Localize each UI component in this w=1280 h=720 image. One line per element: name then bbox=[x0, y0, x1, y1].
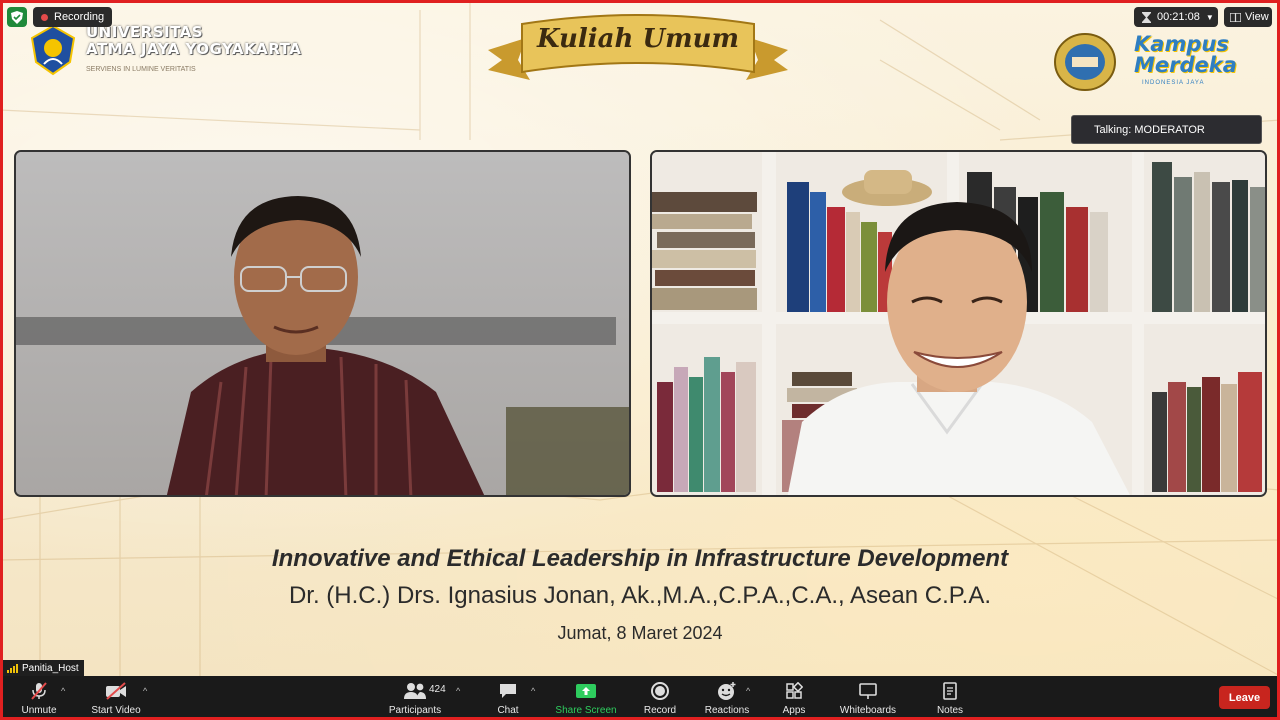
kampus-merdeka-logo: Kampus Merdeka bbox=[1134, 34, 1237, 76]
video-tile-moderator[interactable] bbox=[14, 150, 631, 497]
apps-label: Apps bbox=[782, 705, 806, 716]
timer-value: 00:21:08 bbox=[1157, 11, 1200, 23]
reactions-chevron-icon[interactable]: ^ bbox=[746, 686, 750, 696]
share-screen-button[interactable]: Share Screen bbox=[553, 676, 619, 720]
record-label: Record bbox=[643, 705, 677, 716]
hourglass-icon bbox=[1142, 11, 1151, 23]
grid-view-icon bbox=[1230, 12, 1241, 22]
lecture-title: Innovative and Ethical Leadership in Inf… bbox=[271, 545, 1009, 572]
apps-icon bbox=[785, 680, 803, 702]
leave-button[interactable]: Leave bbox=[1219, 686, 1270, 709]
meeting-timer[interactable]: 00:21:08 ▼ bbox=[1134, 7, 1218, 27]
participants-icon bbox=[403, 680, 427, 702]
university-tagline: SERVIENS IN LUMINE VERITATIS bbox=[86, 66, 196, 73]
self-view-label: Panitia_Host bbox=[2, 660, 84, 676]
chevron-down-icon: ▼ bbox=[1205, 12, 1214, 22]
recording-dot-icon bbox=[41, 13, 48, 21]
chat-button[interactable]: Chat bbox=[488, 676, 528, 720]
audio-options-chevron-icon[interactable]: ^ bbox=[61, 686, 65, 696]
video-tile-speaker[interactable] bbox=[650, 150, 1267, 497]
unmute-label: Unmute bbox=[21, 705, 57, 716]
kampus-sub: INDONESIA JAYA bbox=[1142, 80, 1205, 86]
seal-logo bbox=[1054, 33, 1116, 91]
whiteboard-icon bbox=[858, 680, 878, 702]
self-view-name: Panitia_Host bbox=[22, 662, 79, 674]
talking-indicator: Talking: MODERATOR bbox=[1071, 115, 1262, 144]
participant-count: 424 bbox=[429, 684, 446, 695]
share-screen-icon bbox=[575, 680, 597, 702]
security-shield-icon[interactable] bbox=[7, 7, 27, 27]
apps-button[interactable]: Apps bbox=[774, 676, 814, 720]
video-camera-off-icon bbox=[105, 680, 127, 702]
share-screen-label: Share Screen bbox=[555, 705, 617, 716]
participants-chevron-icon[interactable]: ^ bbox=[456, 686, 460, 696]
reactions-label: Reactions bbox=[704, 705, 750, 716]
moderator-video-feed bbox=[16, 152, 629, 495]
notes-label: Notes bbox=[936, 705, 964, 716]
speaker-video-feed bbox=[652, 152, 1265, 495]
start-video-label: Start Video bbox=[91, 705, 141, 716]
recording-indicator[interactable]: Recording bbox=[33, 7, 113, 27]
speaker-name: Dr. (H.C.) Drs. Ignasius Jonan, Ak.,M.A.… bbox=[288, 582, 992, 609]
smiley-plus-icon bbox=[716, 680, 738, 702]
record-icon bbox=[650, 680, 670, 702]
notes-icon bbox=[942, 680, 958, 702]
signal-strength-icon bbox=[7, 663, 18, 673]
meeting-toolbar: Unmute ^ Start Video ^ Participants 424 … bbox=[0, 676, 1280, 720]
recording-label: Recording bbox=[54, 11, 105, 23]
chat-bubble-icon bbox=[498, 680, 518, 702]
chat-label: Chat bbox=[497, 705, 519, 716]
chat-chevron-icon[interactable]: ^ bbox=[531, 686, 535, 696]
university-name: UNIVERSITAS ATMA JAYA YOGYAKARTA bbox=[86, 24, 301, 58]
whiteboards-button[interactable]: Whiteboards bbox=[836, 676, 900, 720]
microphone-muted-icon bbox=[29, 680, 49, 702]
event-banner-title: Kuliah Umum bbox=[536, 24, 740, 54]
participants-button[interactable]: Participants bbox=[385, 676, 445, 720]
reactions-button[interactable]: Reactions bbox=[702, 676, 752, 720]
record-button[interactable]: Record bbox=[640, 676, 680, 720]
kampus-line1: Kampus bbox=[1134, 32, 1229, 56]
view-button[interactable]: View bbox=[1224, 7, 1272, 27]
kampus-line2: Merdeka bbox=[1134, 53, 1237, 77]
participants-label: Participants bbox=[388, 705, 442, 716]
whiteboards-label: Whiteboards bbox=[839, 705, 897, 716]
university-name-line2: ATMA JAYA YOGYAKARTA bbox=[86, 40, 302, 58]
notes-button[interactable]: Notes bbox=[930, 676, 970, 720]
university-name-line1: UNIVERSITAS bbox=[86, 23, 204, 41]
view-label: View bbox=[1245, 11, 1269, 23]
university-logo bbox=[30, 24, 76, 76]
video-options-chevron-icon[interactable]: ^ bbox=[143, 686, 147, 696]
unmute-button[interactable]: Unmute bbox=[14, 676, 64, 720]
start-video-button[interactable]: Start Video bbox=[86, 676, 146, 720]
lecture-date: Jumat, 8 Maret 2024 bbox=[557, 623, 723, 643]
